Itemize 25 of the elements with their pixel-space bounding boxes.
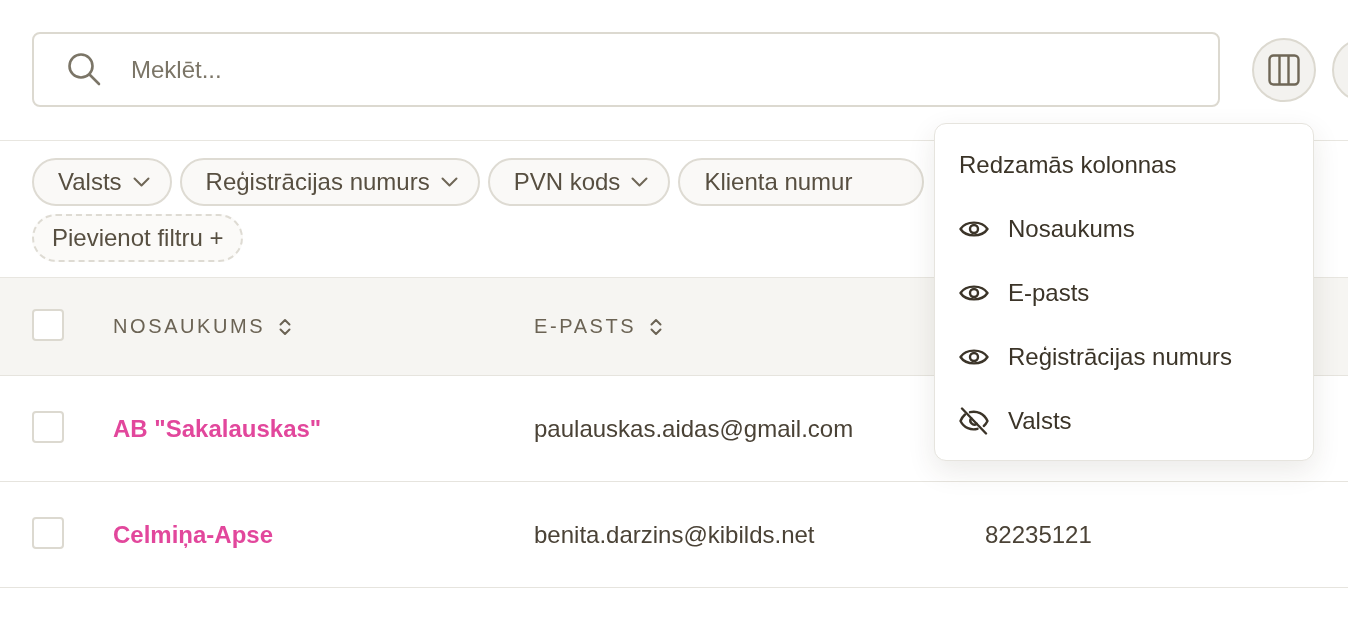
menu-title: Redzamās kolonnas [959,150,1178,180]
menu-item[interactable]: Nosaukums [959,197,1289,261]
email-cell: paulauskas.aidas@gmail.com [534,414,854,442]
menu-item[interactable]: Valsts [959,389,1289,453]
filter-chip[interactable]: Klienta numur [678,158,925,206]
table-cell: 82235121 [985,520,1092,548]
columns-icon [1268,54,1300,86]
sort-icon[interactable] [650,317,663,336]
row-checkbox[interactable] [32,516,64,549]
search-field[interactable]: Meklēt... [32,32,1220,107]
column-header[interactable]: E-PASTS [534,315,637,338]
menu-item[interactable]: E-pasts [959,261,1289,325]
row-checkbox[interactable] [32,410,64,443]
email-cell: benita.darzins@kibilds.net [534,520,815,548]
search-icon [67,52,101,86]
filter-chip[interactable]: Reģistrācijas numurs [179,158,480,206]
company-link[interactable]: AB "Sakalauskas" [113,414,322,442]
menu-item[interactable]: Reģistrācijas numurs [959,325,1289,389]
column-header[interactable]: NOSAUKUMS [113,315,266,338]
filter-chip[interactable]: PVN kods [487,158,671,206]
company-link[interactable]: Celmiņa-Apse [113,520,274,548]
sort-icon[interactable] [279,317,292,336]
select-all-checkbox[interactable] [32,308,64,341]
add-filter-button[interactable]: Pievienot filtru + [32,214,244,262]
filter-chip[interactable]: Valsts [32,158,172,206]
